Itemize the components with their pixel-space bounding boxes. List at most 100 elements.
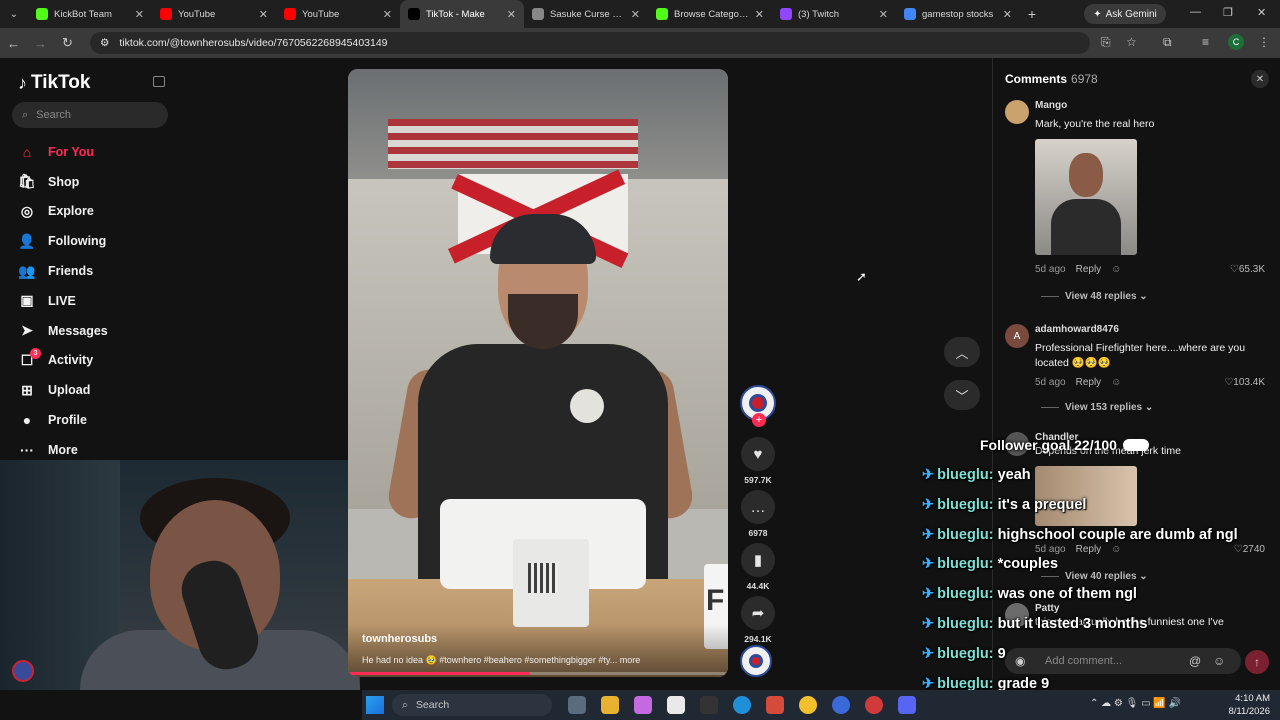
browser-tab[interactable]: Browse Categorie ✕ [648,0,772,28]
follower-goal-overlay: Follower goal 22/100 [980,437,1149,453]
office-icon[interactable] [766,696,784,714]
share-icon[interactable]: ➦ [741,596,775,630]
site-info-icon[interactable]: ⚙ [100,37,109,49]
sidebar-item-profile[interactable]: ● Profile [0,405,185,435]
reply-button[interactable]: Reply [1076,377,1102,388]
sticker-icon[interactable]: ☺ [1111,264,1121,275]
comment-image[interactable] [1035,139,1137,255]
messages-icon: ➤ [21,322,33,339]
browser-tab[interactable]: KickBot Team ✕ [28,0,152,28]
comment-like[interactable]: ♡65.3K [1230,264,1265,275]
browser-tab[interactable]: YouTube ✕ [276,0,400,28]
tab-close-icon[interactable]: ✕ [135,8,144,21]
windows-start-icon[interactable] [366,696,384,714]
sidebar-item-following[interactable]: 👤 Following [0,226,185,256]
sidebar-item-activity[interactable]: ☐ 3 Activity [0,346,185,376]
chat-badge-icon: ✈ [922,467,935,483]
obs-icon[interactable] [865,696,883,714]
video-player[interactable]: F townherosubs He had no idea 🥹 #townher… [348,69,728,677]
install-app-icon[interactable]: ⎘ [1101,35,1111,50]
tab-label: YouTube [178,8,216,20]
video-progress-fill [348,672,531,675]
commenter-avatar[interactable]: A [1005,324,1029,348]
next-video-chevron-down-icon[interactable]: ﹀ [944,380,980,410]
sidebar-nav: ⌂ For You 🛍 Shop ◎ Explore 👤 Following 👥 Friends ▣… [0,137,185,465]
video-caption[interactable]: He had no idea 🥹 #townhero #beahero #som… [362,655,722,666]
edge-icon[interactable] [733,696,751,714]
comment-like[interactable]: ♡103.4K [1224,377,1265,388]
follow-plus-icon[interactable]: + [752,413,766,427]
chrome-profile-icon[interactable] [832,696,850,714]
tiktok-logo[interactable]: ♪ TikTok [18,72,90,94]
previous-video-chevron-up-icon[interactable]: ︿ [944,337,980,367]
taskbar-search-input[interactable]: ⌕ Search [392,694,552,716]
view-replies-button[interactable]: View 153 replies ⌄ [1041,402,1153,413]
system-tray[interactable]: ⌃ ☁ ⚙ 🎙 ▭ 📶 🔊 [1090,698,1181,709]
heart-icon[interactable]: ♥ [741,437,775,471]
window-close-icon[interactable]: ✕ [1257,6,1266,19]
search-input[interactable]: ⌕ Search [12,102,168,128]
comment-icon[interactable]: … [741,490,775,524]
browser-tab[interactable]: TikTok - Make ✕ [400,0,524,28]
sound-disc[interactable] [740,645,772,677]
maximize-icon[interactable]: ❐ [1223,6,1233,19]
commenter-name[interactable]: Mango [1035,100,1067,111]
copilot-icon[interactable] [634,696,652,714]
share-action[interactable]: ➦ 294.1K [738,596,778,644]
browser-menu-icon[interactable]: ⋮ [1258,35,1270,49]
video-progress-bar[interactable] [348,672,728,675]
chat-username: blueglu: [937,526,994,543]
discord-icon[interactable] [898,696,916,714]
reply-button[interactable]: Reply [1076,264,1102,275]
minimize-icon[interactable]: — [1190,6,1201,18]
tab-close-icon[interactable]: ✕ [879,8,888,21]
tab-close-icon[interactable]: ✕ [755,8,764,21]
tab-close-icon[interactable]: ✕ [631,8,640,21]
back-icon[interactable]: ← [0,36,27,51]
sidebar-item-explore[interactable]: ◎ Explore [0,197,185,227]
store-icon[interactable] [667,696,685,714]
browser-tab[interactable]: YouTube ✕ [152,0,276,28]
reload-icon[interactable]: ↻ [54,35,81,51]
tab-close-icon[interactable]: ✕ [1003,8,1012,21]
media-controls-icon[interactable]: ≡ [1202,35,1209,49]
sticker-icon[interactable]: ☺ [1111,377,1121,388]
browser-tab[interactable]: Sasuke Curse Ma ✕ [524,0,648,28]
extensions-icon[interactable]: ⧉ [1163,35,1172,50]
chrome-icon[interactable] [799,696,817,714]
bookmark-icon[interactable]: ▮ [741,543,775,577]
tab-close-icon[interactable]: ✕ [383,8,392,21]
browser-tab[interactable]: (3) Twitch ✕ [772,0,896,28]
like-action[interactable]: ♥ 597.7K [738,437,778,485]
profile-avatar[interactable]: C [1228,34,1244,50]
sidebar-item-friends[interactable]: 👥 Friends [0,256,185,286]
comments-title: Comments 6978 [1005,72,1098,86]
sidebar-item-live[interactable]: ▣ LIVE [0,286,185,316]
video-username[interactable]: townherosubs [362,633,437,645]
forward-icon[interactable]: → [27,36,54,51]
collapse-sidebar-icon[interactable] [153,76,165,87]
tab-close-icon[interactable]: ✕ [507,8,516,21]
tab-search-dropdown-icon[interactable]: ⌄ [0,0,28,28]
sidebar-item-for-you[interactable]: ⌂ For You [0,137,185,167]
taskbar-clock[interactable]: 4:10 AM 8/11/2026 [1204,692,1270,718]
commenter-name[interactable]: adamhoward8476 [1035,324,1119,335]
terminal-icon[interactable] [700,696,718,714]
commenter-avatar[interactable] [1005,100,1029,124]
comment-heart-icon: ♡ [1224,377,1234,388]
task-view-icon[interactable] [568,696,586,714]
new-tab-button[interactable]: + [1020,6,1044,22]
ask-gemini-button[interactable]: ✦ Ask Gemini [1084,4,1166,24]
url-bar[interactable]: ⚙ tiktok.com/@townherosubs/video/7670562… [90,32,1090,54]
browser-tab[interactable]: gamestop stocks ✕ [896,0,1020,28]
sidebar-item-shop[interactable]: 🛍 Shop [0,167,185,197]
close-comments-icon[interactable]: ✕ [1251,70,1269,88]
sidebar-item-messages[interactable]: ➤ Messages [0,316,185,346]
bookmark-star-icon[interactable]: ☆ [1126,35,1137,49]
save-action[interactable]: ▮ 44.4K [738,543,778,591]
view-replies-button[interactable]: View 48 replies ⌄ [1041,291,1148,302]
tab-close-icon[interactable]: ✕ [259,8,268,21]
comment-action[interactable]: … 6978 [738,490,778,538]
sidebar-item-upload[interactable]: ⊞ Upload [0,375,185,405]
file-explorer-icon[interactable] [601,696,619,714]
